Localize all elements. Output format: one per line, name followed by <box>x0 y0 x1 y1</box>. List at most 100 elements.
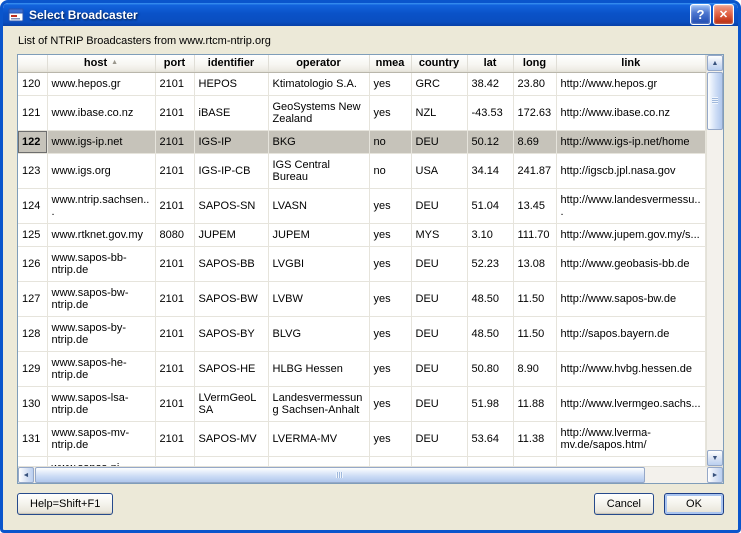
cell-long[interactable]: 11.50 <box>513 316 556 351</box>
cell-host[interactable]: www.ibase.co.nz <box>47 95 155 130</box>
cell-nmea[interactable]: no <box>369 153 411 188</box>
title-bar[interactable]: Select Broadcaster ? ✕ <box>3 3 738 26</box>
cell-port[interactable]: 2101 <box>155 351 194 386</box>
cell-nmea[interactable]: yes <box>369 456 411 466</box>
cell-num[interactable]: 131 <box>18 421 47 456</box>
cell-num[interactable]: 122 <box>18 130 47 153</box>
cell-lat[interactable]: 38.42 <box>467 72 513 95</box>
cell-host[interactable]: www.ntrip.sachsen... <box>47 188 155 223</box>
cell-identifier[interactable]: IGS-IP-CB <box>194 153 268 188</box>
cell-link[interactable]: http://www.igs-ip.net/home <box>556 130 706 153</box>
cell-identifier[interactable]: LVermGeoLSA <box>194 386 268 421</box>
cell-nmea[interactable]: yes <box>369 246 411 281</box>
cell-country[interactable]: USA <box>411 153 467 188</box>
cell-host[interactable]: www.sapos-bb-ntrip.de <box>47 246 155 281</box>
cell-host[interactable]: www.sapos-by-ntrip.de <box>47 316 155 351</box>
cell-operator[interactable]: GeoSystems New Zealand <box>268 95 369 130</box>
cell-lat[interactable]: 48.50 <box>467 281 513 316</box>
column-header-host[interactable]: host▲ <box>47 55 155 72</box>
cell-country[interactable]: DEU <box>411 386 467 421</box>
cell-host[interactable]: www.igs-ip.net <box>47 130 155 153</box>
cell-nmea[interactable]: yes <box>369 386 411 421</box>
cell-host[interactable]: www.rtknet.gov.my <box>47 223 155 246</box>
cell-long[interactable]: 111.70 <box>513 223 556 246</box>
cell-link[interactable]: http://www.lverma-mv.de/sapos.htm/ <box>556 421 706 456</box>
cell-nmea[interactable]: yes <box>369 281 411 316</box>
cell-country[interactable]: DEU <box>411 281 467 316</box>
cell-identifier[interactable]: SAPOS-SN <box>194 188 268 223</box>
table-row[interactable]: 129www.sapos-he-ntrip.de2101SAPOS-HEHLBG… <box>18 351 706 386</box>
table-row[interactable]: 124www.ntrip.sachsen...2101SAPOS-SNLVASN… <box>18 188 706 223</box>
table-row[interactable]: 123www.igs.org2101IGS-IP-CBIGS Central B… <box>18 153 706 188</box>
cell-long[interactable]: 9.75 <box>513 456 556 466</box>
cell-num[interactable]: 129 <box>18 351 47 386</box>
column-header-port[interactable]: port <box>155 55 194 72</box>
titlebar-help-icon[interactable]: ? <box>690 4 711 25</box>
cell-identifier[interactable]: HEPOS <box>194 72 268 95</box>
cell-port[interactable]: 2101 <box>155 386 194 421</box>
cell-lat[interactable]: 50.12 <box>467 130 513 153</box>
cell-long[interactable]: 13.08 <box>513 246 556 281</box>
cell-link[interactable]: http://igscb.jpl.nasa.gov <box>556 153 706 188</box>
cell-link[interactable]: http://www.hvbg.hessen.de <box>556 351 706 386</box>
cell-link[interactable]: http://www.lvermgeo.sachs... <box>556 386 706 421</box>
cell-long[interactable]: 172.63 <box>513 95 556 130</box>
cell-lat[interactable]: -43.53 <box>467 95 513 130</box>
cell-link[interactable]: http://www.hepos.gr <box>556 72 706 95</box>
column-header-link[interactable]: link <box>556 55 706 72</box>
cell-operator[interactable]: LVGBI <box>268 246 369 281</box>
cell-identifier[interactable]: iBASE <box>194 95 268 130</box>
horizontal-scrollbar[interactable]: ◄ ► <box>18 466 723 483</box>
table-row[interactable]: 120www.hepos.gr2101HEPOSKtimatologio S.A… <box>18 72 706 95</box>
cell-lat[interactable]: 51.04 <box>467 188 513 223</box>
cell-nmea[interactable]: yes <box>369 72 411 95</box>
cell-num[interactable]: 121 <box>18 95 47 130</box>
cell-host[interactable]: www.sapos-he-ntrip.de <box>47 351 155 386</box>
cell-port[interactable]: 2101 <box>155 316 194 351</box>
cell-host[interactable]: www.igs.org <box>47 153 155 188</box>
table-row[interactable]: 132www.sapos-ni-ntrip.de2101SAPOS-NILGNy… <box>18 456 706 466</box>
cell-num[interactable]: 132 <box>18 456 47 466</box>
cell-port[interactable]: 2101 <box>155 95 194 130</box>
cell-operator[interactable]: Landesvermessung Sachsen-Anhalt <box>268 386 369 421</box>
cell-num[interactable]: 123 <box>18 153 47 188</box>
cell-lat[interactable]: 51.98 <box>467 386 513 421</box>
cell-country[interactable]: DEU <box>411 351 467 386</box>
cell-port[interactable]: 2101 <box>155 188 194 223</box>
cell-lat[interactable]: 34.14 <box>467 153 513 188</box>
cell-long[interactable]: 241.87 <box>513 153 556 188</box>
vertical-scroll-thumb[interactable] <box>707 72 723 130</box>
cell-port[interactable]: 8080 <box>155 223 194 246</box>
help-button[interactable]: Help=Shift+F1 <box>17 493 113 515</box>
ok-button[interactable]: OK <box>664 493 724 515</box>
cell-country[interactable]: DEU <box>411 421 467 456</box>
cell-long[interactable]: 8.69 <box>513 130 556 153</box>
cell-lat[interactable]: 48.50 <box>467 316 513 351</box>
column-header-long[interactable]: long <box>513 55 556 72</box>
cell-nmea[interactable]: yes <box>369 95 411 130</box>
cell-country[interactable]: NZL <box>411 95 467 130</box>
table-row[interactable]: 130www.sapos-lsa-ntrip.de2101LVermGeoLSA… <box>18 386 706 421</box>
cell-long[interactable]: 11.38 <box>513 421 556 456</box>
cell-operator[interactable]: HLBG Hessen <box>268 351 369 386</box>
cell-identifier[interactable]: SAPOS-BW <box>194 281 268 316</box>
cell-port[interactable]: 2101 <box>155 421 194 456</box>
cell-nmea[interactable]: yes <box>369 316 411 351</box>
cell-host[interactable]: www.sapos-ni-ntrip.de <box>47 456 155 466</box>
table-row[interactable]: 131www.sapos-mv-ntrip.de2101SAPOS-MVLVER… <box>18 421 706 456</box>
cell-num[interactable]: 128 <box>18 316 47 351</box>
scroll-up-icon[interactable]: ▲ <box>707 55 723 71</box>
cell-identifier[interactable]: SAPOS-BY <box>194 316 268 351</box>
cell-num[interactable]: 126 <box>18 246 47 281</box>
cell-identifier[interactable]: SAPOS-NI <box>194 456 268 466</box>
cell-link[interactable]: http://www.lgn.niedersachs... <box>556 456 706 466</box>
table-row[interactable]: 125www.rtknet.gov.my8080JUPEMJUPEMyesMYS… <box>18 223 706 246</box>
cell-identifier[interactable]: SAPOS-HE <box>194 351 268 386</box>
cell-operator[interactable]: BKG <box>268 130 369 153</box>
cell-identifier[interactable]: JUPEM <box>194 223 268 246</box>
cell-link[interactable]: http://www.landesvermessu... <box>556 188 706 223</box>
column-header-operator[interactable]: operator <box>268 55 369 72</box>
scroll-down-icon[interactable]: ▼ <box>707 450 723 466</box>
cell-long[interactable]: 13.45 <box>513 188 556 223</box>
cell-num[interactable]: 127 <box>18 281 47 316</box>
